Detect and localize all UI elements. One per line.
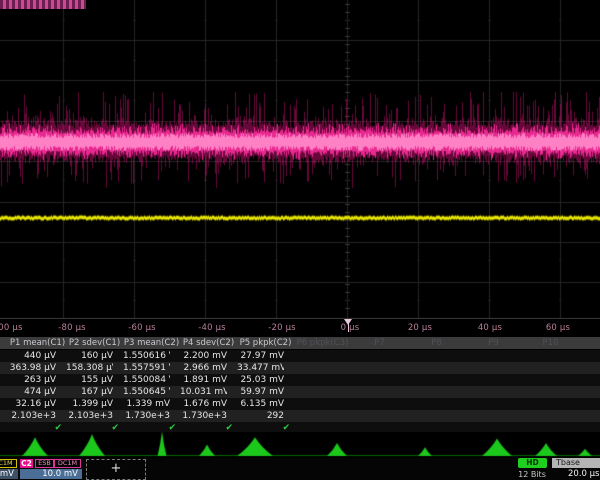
table-row-stripe xyxy=(0,410,600,422)
graticule-and-traces-canvas[interactable] xyxy=(0,0,600,319)
measure-value-cell: 2.103e+3 xyxy=(9,410,56,422)
measure-value-cell: 1.399 µV xyxy=(66,398,113,410)
c2-channel-chip: C2 xyxy=(20,459,33,468)
timebase-descriptor[interactable]: Tbase xyxy=(552,458,600,468)
axis-tick-label: 60 µs xyxy=(534,323,582,333)
measure-value-cell: 1.550645 V xyxy=(123,386,170,398)
c2-eres-tag: ESB xyxy=(35,459,54,468)
measure-header-p8[interactable]: P8 xyxy=(408,337,465,349)
c2-trace-descriptor[interactable]: C2 ESB DC1M 10.0 mV xyxy=(20,459,82,479)
measure-value-cell: 1.676 mV xyxy=(180,398,227,410)
measure-value-cell: 2.103e+3 xyxy=(66,410,113,422)
measure-value-cell: 263 µV xyxy=(9,374,56,386)
trigger-position-marker[interactable] xyxy=(344,319,352,325)
table-row-stripe xyxy=(0,350,600,362)
measurement-histicon-strip[interactable] xyxy=(0,432,600,458)
measure-value-cell: 160 µV xyxy=(66,350,113,362)
measure-value-cell: 1.339 mV xyxy=(123,398,170,410)
measure-header-p4[interactable]: P4 sdev(C2) xyxy=(180,337,237,349)
measure-value-cell: 155 µV xyxy=(66,374,113,386)
measure-value-cell: 33.477 mV xyxy=(237,362,284,374)
c2-descriptor-tags: C2 ESB DC1M xyxy=(20,459,82,469)
table-row-stripe xyxy=(0,386,600,398)
measure-value-cell: 1.730e+3 xyxy=(180,410,227,422)
axis-tick-label: -20 µs xyxy=(258,323,306,333)
measure-value-cell: 363.98 µV xyxy=(9,362,56,374)
measure-value-cell: 27.97 mV xyxy=(237,350,284,362)
measure-header-p10[interactable]: P10 xyxy=(522,337,579,349)
c1-coupling-tag: DC1M xyxy=(0,459,17,468)
table-row-stripe xyxy=(0,398,600,410)
measure-value-cell: 10.031 mV xyxy=(180,386,227,398)
axis-tick-label: 20 µs xyxy=(396,323,444,333)
measure-value-cell: 1.550084 V xyxy=(123,374,170,386)
descriptor-bar: C1 DC1M 10.0 mV C2 ESB DC1M 10.0 mV + HD… xyxy=(0,458,600,480)
hd-mode-badge[interactable]: HD xyxy=(518,458,547,468)
measure-value-cell: 2.966 mV xyxy=(180,362,227,374)
add-trace-button[interactable]: + xyxy=(86,459,146,480)
measure-value-cell: 158.308 µV xyxy=(66,362,113,374)
axis-tick-label: -80 µs xyxy=(48,323,96,333)
table-row-stripe xyxy=(0,362,600,374)
measure-header-p1[interactable]: P1 mean(C1) xyxy=(9,337,66,349)
measure-header-p2[interactable]: P2 sdev(C1) xyxy=(66,337,123,349)
axis-tick-label: -100 µs xyxy=(0,323,30,333)
measure-value-cell: 1.891 mV xyxy=(180,374,227,386)
measure-value-cell: 1.550616 V xyxy=(123,350,170,362)
measure-value-cell: 6.135 mV xyxy=(237,398,284,410)
measure-value-cell: 1.730e+3 xyxy=(123,410,170,422)
c1-trace-descriptor[interactable]: C1 DC1M 10.0 mV xyxy=(0,459,18,479)
measure-value-cell: 440 µV xyxy=(9,350,56,362)
measure-value-cell: 25.03 mV xyxy=(237,374,284,386)
measure-header-p7[interactable]: P7 xyxy=(351,337,408,349)
oscilloscope-screen: -100 µs-80 µs-60 µs-40 µs-20 µs0 µs20 µs… xyxy=(0,0,600,480)
c1-vdiv-value: 10.0 mV xyxy=(0,469,18,479)
measure-value-cell: 474 µV xyxy=(9,386,56,398)
measure-value-cell: 1.557591 V xyxy=(123,362,170,374)
timebase-value: 20.0 µs xyxy=(568,469,600,479)
measure-value-cell: 2.200 mV xyxy=(180,350,227,362)
measure-value-cell: 292 xyxy=(237,410,284,422)
measure-header-p3[interactable]: P3 mean(C2) xyxy=(123,337,180,349)
measure-value-cell: 59.97 mV xyxy=(237,386,284,398)
hd-bits-label: 12 Bits xyxy=(514,470,550,479)
measure-header-p6[interactable]: P6 pkpk(C3) xyxy=(294,337,351,349)
c2-vdiv-value: 10.0 mV xyxy=(20,469,82,479)
measure-header-p5[interactable]: P5 pkpk(C2) xyxy=(237,337,294,349)
table-row-stripe xyxy=(0,337,600,349)
table-row-stripe xyxy=(0,374,600,386)
measure-header-p9[interactable]: P9 xyxy=(465,337,522,349)
measure-value-cell: 32.16 µV xyxy=(9,398,56,410)
axis-tick-label: -40 µs xyxy=(188,323,236,333)
plus-icon: + xyxy=(111,461,122,476)
time-axis-strip: -100 µs-80 µs-60 µs-40 µs-20 µs0 µs20 µs… xyxy=(0,319,600,337)
c2-coupling-tag: DC1M xyxy=(54,459,81,468)
cropped-pink-header-label xyxy=(0,0,86,9)
axis-tick-label: -60 µs xyxy=(118,323,166,333)
measure-header-p11[interactable]: P11 xyxy=(579,337,600,349)
measure-value-cell: 167 µV xyxy=(66,386,113,398)
axis-tick-label: 40 µs xyxy=(466,323,514,333)
c1-descriptor-tags: C1 DC1M xyxy=(0,459,18,469)
